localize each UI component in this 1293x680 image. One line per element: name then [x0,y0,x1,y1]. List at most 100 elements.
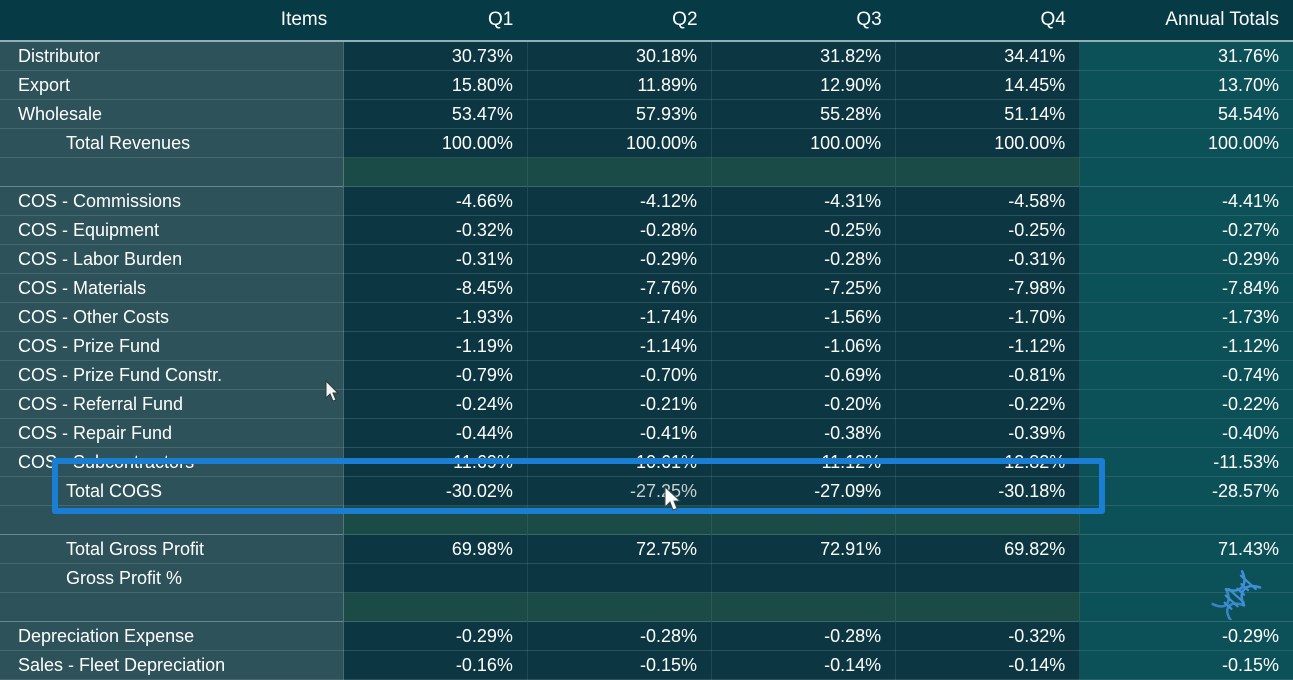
cell-value[interactable] [895,505,1081,535]
row-label[interactable]: Sales - Fleet Depreciation [0,650,344,680]
cell-value[interactable]: 14.45% [895,70,1081,100]
cell-value[interactable] [895,563,1081,593]
cell-value[interactable]: -4.58% [895,186,1081,216]
cell-value[interactable]: 12.90% [711,70,897,100]
cell-value[interactable]: -0.16% [343,650,528,680]
cell-value[interactable] [711,157,897,187]
table-row[interactable]: COS - Referral Fund -0.24% -0.21% -0.20% -0.… [0,389,1293,419]
table-row[interactable]: Total Revenues 100.00% 100.00% 100.00% 100.0… [0,128,1293,158]
table-row[interactable]: Sales - Fleet Depreciation -0.16% -0.15% -0… [0,650,1293,680]
row-label[interactable]: Depreciation Expense [0,621,344,651]
cell-value[interactable]: -11.12% [711,447,897,477]
cell-value-annual-total[interactable]: -0.40% [1079,418,1293,448]
row-label[interactable]: Wholesale [0,99,344,129]
cell-value[interactable]: -0.25% [895,215,1081,245]
cell-value[interactable] [711,505,897,535]
cell-value[interactable]: -0.14% [895,650,1081,680]
cell-value-annual-total[interactable]: -0.29% [1079,244,1293,274]
cell-value[interactable]: -4.31% [711,186,897,216]
cell-value[interactable]: -7.98% [895,273,1081,303]
row-label[interactable] [0,157,344,187]
cell-value[interactable]: -1.56% [711,302,897,332]
cell-value[interactable]: -0.32% [343,215,528,245]
cell-value[interactable]: 72.91% [711,534,897,564]
cell-value[interactable]: -0.28% [527,621,713,651]
cell-value[interactable] [527,563,713,593]
cell-value[interactable]: -0.79% [343,360,528,390]
cell-value[interactable]: -1.19% [343,331,528,361]
cell-value-annual-total[interactable]: -0.27% [1079,215,1293,245]
column-header-q4[interactable]: Q4 [895,0,1080,41]
table-spacer-row[interactable] [0,592,1293,622]
cell-value[interactable] [343,592,528,622]
cell-value[interactable]: 11.89% [527,70,713,100]
cell-value[interactable]: -1.06% [711,331,897,361]
row-label[interactable]: COS - Equipment [0,215,344,245]
row-label[interactable]: Total COGS [0,476,344,506]
cell-value[interactable]: -27.09% [711,476,897,506]
table-row[interactable]: COS - Prize Fund -1.19% -1.14% -1.06% -1.12%… [0,331,1293,361]
cell-value[interactable]: -1.12% [895,331,1081,361]
column-header-q3[interactable]: Q3 [711,0,896,41]
cell-value-annual-total[interactable]: -0.74% [1079,360,1293,390]
table-spacer-row[interactable] [0,505,1293,535]
table-row[interactable]: COS - Prize Fund Constr. -0.79% -0.70% -0.6… [0,360,1293,390]
row-label[interactable]: COS - Prize Fund Constr. [0,360,344,390]
cell-value[interactable]: -30.18% [895,476,1081,506]
cell-value[interactable]: 53.47% [343,99,528,129]
cell-value-annual-total[interactable]: -11.53% [1079,447,1293,477]
cell-value[interactable]: 100.00% [711,128,897,158]
cell-value-annual-total[interactable]: -0.29% [1079,621,1293,651]
cell-value-annual-total[interactable]: 100.00% [1079,128,1293,158]
cell-value-annual-total[interactable]: 54.54% [1079,99,1293,129]
row-label[interactable]: Distributor [0,40,344,71]
table-row[interactable]: Total COGS -30.02% -27.25% -27.09% -30.18% -2… [0,476,1293,506]
cell-value[interactable]: -0.39% [895,418,1081,448]
cell-value[interactable]: 57.93% [527,99,713,129]
cell-value[interactable]: -0.28% [711,621,897,651]
cell-value[interactable]: 55.28% [711,99,897,129]
table-row[interactable]: Wholesale 53.47% 57.93% 55.28% 51.14% 54.54% [0,99,1293,129]
cell-value[interactable] [711,563,897,593]
row-label[interactable]: COS - Commissions [0,186,344,216]
table-row[interactable]: COS - Subcontractors -11.69% -10.61% -11.12… [0,447,1293,477]
cell-value[interactable]: -4.12% [527,186,713,216]
row-label[interactable]: Gross Profit % [0,563,344,593]
row-label[interactable]: COS - Repair Fund [0,418,344,448]
cell-value[interactable]: -0.20% [711,389,897,419]
cell-value[interactable]: -27.25% [527,476,713,506]
cell-value-annual-total[interactable] [1079,563,1293,593]
cell-value[interactable]: -0.28% [711,244,897,274]
cell-value[interactable]: 30.18% [527,40,713,71]
cell-value-annual-total[interactable]: -1.73% [1079,302,1293,332]
cell-value[interactable]: -0.29% [527,244,713,274]
cell-value[interactable] [527,157,713,187]
cell-value[interactable]: 51.14% [895,99,1081,129]
table-row[interactable]: COS - Labor Burden -0.31% -0.29% -0.28% -0.3… [0,244,1293,274]
row-label[interactable]: COS - Referral Fund [0,389,344,419]
cell-value-annual-total[interactable]: -0.22% [1079,389,1293,419]
table-row[interactable]: Distributor 30.73% 30.18% 31.82% 34.41% 31.76… [0,40,1293,71]
cell-value[interactable]: -7.25% [711,273,897,303]
cell-value[interactable]: -0.28% [527,215,713,245]
table-row[interactable]: COS - Repair Fund -0.44% -0.41% -0.38% -0.39… [0,418,1293,448]
table-row[interactable]: Gross Profit % [0,563,1293,593]
row-label[interactable]: Total Gross Profit [0,534,344,564]
cell-value[interactable]: -0.31% [895,244,1081,274]
cell-value[interactable]: 72.75% [527,534,713,564]
row-label[interactable] [0,592,344,622]
cell-value[interactable]: -0.81% [895,360,1081,390]
cell-value[interactable]: -0.24% [343,389,528,419]
table-row[interactable]: COS - Other Costs -1.93% -1.74% -1.56% -1.70… [0,302,1293,332]
cell-value[interactable]: -8.45% [343,273,528,303]
cell-value[interactable] [527,505,713,535]
table-row[interactable]: Total Gross Profit 69.98% 72.75% 72.91% 69.8… [0,534,1293,564]
cell-value[interactable]: -0.14% [711,650,897,680]
cell-value-annual-total[interactable]: 31.76% [1079,40,1293,71]
matrix-visual[interactable]: Items Q1 Q2 Q3 Q4 Annual Totals Distribu… [0,0,1293,680]
cell-value[interactable] [711,592,897,622]
cell-value[interactable]: -0.31% [343,244,528,274]
cell-value[interactable]: -7.76% [527,273,713,303]
column-header-items[interactable]: Items [0,0,344,41]
cell-value[interactable] [343,505,528,535]
